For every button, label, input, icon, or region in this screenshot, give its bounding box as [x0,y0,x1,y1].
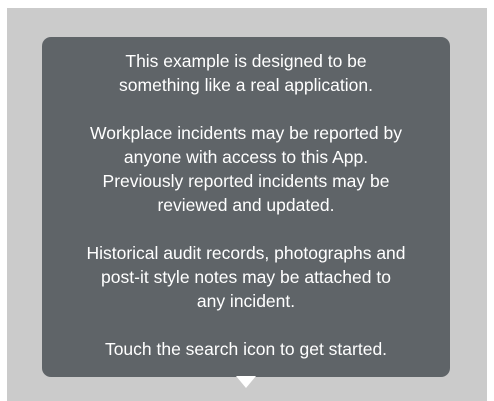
intro-line-2: something like a real application. [119,75,373,95]
info-popover: This example is designed to be something… [42,37,450,377]
attachments-paragraph: Historical audit records, photographs an… [54,241,438,313]
attachments-line-1: Historical audit records, photographs an… [86,243,406,263]
get-started-line: Touch the search icon to get started. [104,339,388,359]
incidents-line-2: anyone with access to this App. [123,147,369,167]
popover-pointer-arrow [236,376,256,388]
incidents-line-1: Workplace incidents may be reported by [90,123,402,143]
attachments-line-2: post-it style notes may be attached to [101,267,391,287]
incidents-paragraph: Workplace incidents may be reported by a… [54,121,438,217]
intro-line-1: This example is designed to be [125,51,367,71]
incidents-line-4: reviewed and updated. [157,195,335,215]
attachments-line-3: any incident. [196,291,296,311]
intro-paragraph: This example is designed to be something… [54,49,438,97]
incidents-line-3: Previously reported incidents may be [102,171,390,191]
get-started-paragraph: Touch the search icon to get started. [54,337,438,361]
